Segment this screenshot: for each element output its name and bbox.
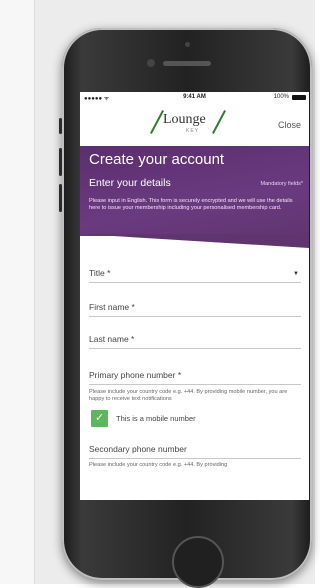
- mobile-number-label: This is a mobile number: [116, 414, 196, 423]
- secondary-phone-label: Secondary phone number: [89, 444, 187, 454]
- secondary-phone-note: Please include your country code e.g. +4…: [89, 462, 228, 468]
- first-name-label: First name *: [89, 302, 135, 312]
- proximity-sensor: [185, 42, 190, 47]
- last-name-field[interactable]: Last name *: [89, 328, 301, 349]
- banner-slant: [80, 234, 309, 248]
- primary-phone-label: Primary phone number *: [89, 370, 182, 380]
- status-bar: ●●●●● ᯤ 9:41 AM 100%: [80, 92, 309, 104]
- primary-phone-note: Please include your country code e.g. +4…: [89, 389, 288, 402]
- phone-screen: ●●●●● ᯤ 9:41 AM 100% Lounge KEY Close Cr…: [80, 92, 309, 500]
- volume-up-button: [59, 148, 62, 176]
- title-select[interactable]: Title * ▼: [89, 262, 301, 283]
- close-button[interactable]: Close: [278, 120, 301, 130]
- primary-phone-field[interactable]: Primary phone number *: [89, 364, 301, 385]
- first-name-field[interactable]: First name *: [89, 296, 301, 317]
- intro-text: Please input in English. This form is se…: [89, 198, 293, 211]
- chevron-down-icon: ▼: [293, 271, 299, 277]
- section-subtitle: Enter your details: [89, 177, 171, 189]
- secondary-phone-field[interactable]: Secondary phone number: [89, 438, 301, 459]
- brand-header: Lounge KEY Close: [80, 104, 309, 146]
- title-label: Title *: [89, 268, 111, 278]
- page-title: Create your account: [89, 151, 225, 168]
- battery-percent: 100%: [273, 94, 289, 100]
- mobile-number-checkbox[interactable]: ✓: [91, 410, 108, 427]
- last-name-label: Last name *: [89, 334, 135, 344]
- home-button[interactable]: [172, 536, 224, 588]
- volume-down-button: [59, 184, 62, 212]
- front-camera: [147, 59, 155, 67]
- loungekey-logo: Lounge KEY: [150, 108, 230, 138]
- header-banner: Create your account Enter your details M…: [80, 146, 309, 248]
- earpiece-speaker: [163, 61, 211, 66]
- mobile-number-checkbox-row[interactable]: ✓ This is a mobile number: [89, 410, 301, 427]
- battery-icon: [292, 95, 306, 100]
- silent-switch: [59, 118, 62, 134]
- left-panel: [0, 0, 35, 584]
- mandatory-note: Mandatory fields*: [260, 181, 304, 187]
